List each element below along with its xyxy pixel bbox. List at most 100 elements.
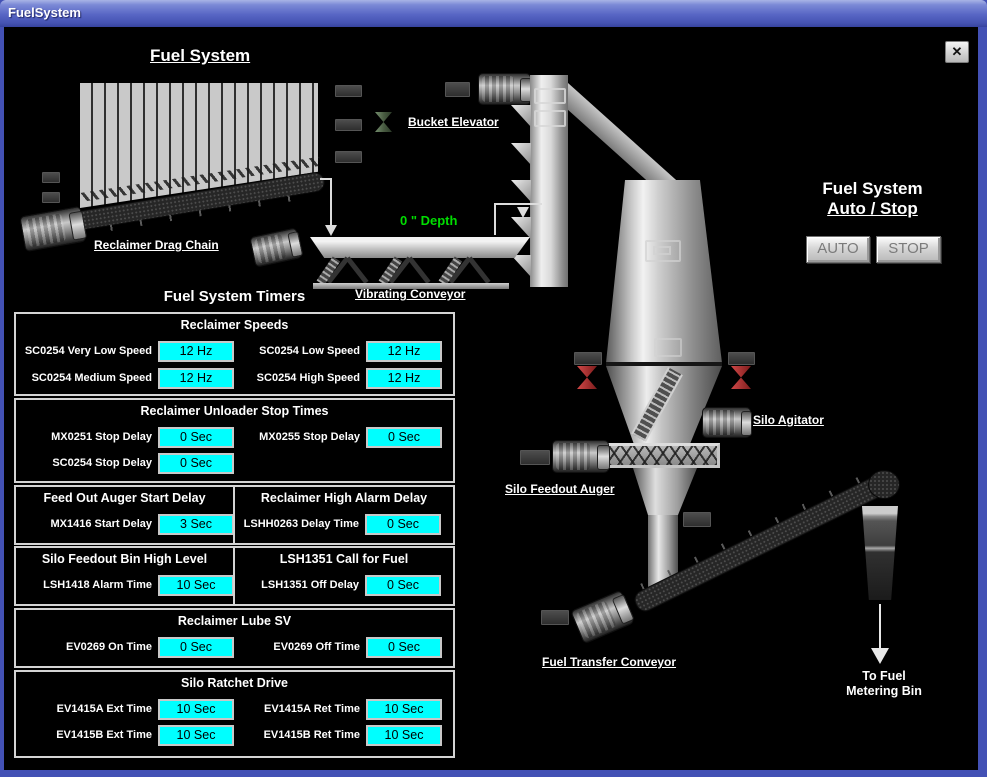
vibrating-pan-icon [310, 237, 530, 258]
timer-row: LSHH0263 Delay Time 0 Sec [235, 512, 453, 536]
to-fuel-line1: To Fuel [814, 669, 954, 684]
timer-value-field[interactable]: 10 Sec [158, 699, 234, 720]
status-indicator [335, 151, 362, 163]
section-header: LSH1351 Call for Fuel [235, 548, 453, 566]
flow-arrow-down-icon [517, 207, 529, 218]
depth-readout: 0 " Depth [400, 213, 457, 228]
flow-line [330, 178, 332, 225]
timer-label: EV0269 On Time [16, 641, 152, 653]
bucket-icon [511, 180, 531, 202]
timer-value-field[interactable]: 0 Sec [366, 637, 442, 658]
spring-leg [468, 256, 491, 284]
section-header: Feed Out Auger Start Delay [16, 487, 233, 505]
timer-label: LSHH0263 Delay Time [235, 518, 359, 530]
silo-panel-icon [654, 338, 682, 357]
timer-row: SC0254 Stop Delay 0 Sec [16, 451, 453, 475]
timer-box-silo-ratchet-drive: Silo Ratchet Drive EV1415A Ext Time 10 S… [14, 670, 455, 758]
to-fuel-line2: Metering Bin [814, 684, 954, 699]
timer-value-field[interactable]: 12 Hz [158, 368, 234, 389]
timer-value-field[interactable]: 0 Sec [158, 637, 234, 658]
timer-label: LSH1351 Off Delay [235, 579, 359, 591]
timer-value-field[interactable]: 0 Sec [366, 427, 442, 448]
timer-value-field[interactable]: 10 Sec [158, 575, 234, 596]
timer-row: SC0254 Medium Speed 12 Hz SC0254 High Sp… [16, 366, 453, 390]
spring-support-icon [448, 258, 490, 285]
bucket-elevator-motor-icon [478, 73, 531, 105]
timer-label: SC0254 High Speed [240, 372, 360, 384]
timer-row: LSH1418 Alarm Time 10 Sec [16, 573, 233, 597]
timer-box-call-for-fuel: LSH1351 Call for Fuel LSH1351 Off Delay … [233, 546, 455, 606]
timer-label: MX0251 Stop Delay [16, 431, 152, 443]
alarm-valve-icon [577, 366, 597, 389]
status-indicator [728, 352, 755, 365]
column-panel-icon [534, 88, 566, 104]
timer-label: SC0254 Low Speed [240, 345, 360, 357]
timer-label: EV1415B Ret Time [240, 729, 360, 741]
section-header: Reclaimer Lube SV [16, 610, 453, 628]
window-titlebar[interactable]: FuelSystem [0, 0, 987, 27]
timer-box-reclaimer-speeds: Reclaimer Speeds SC0254 Very Low Speed 1… [14, 312, 455, 396]
timer-box-unloader-stop-times: Reclaimer Unloader Stop Times MX0251 Sto… [14, 398, 455, 483]
silo-agitator-motor-icon [702, 407, 751, 438]
timer-label: EV1415A Ext Time [16, 703, 152, 715]
flow-line [494, 203, 542, 205]
timer-row: EV0269 On Time 0 Sec EV0269 Off Time 0 S… [16, 635, 453, 659]
timer-value-field[interactable]: 0 Sec [365, 575, 441, 596]
timer-value-field[interactable]: 12 Hz [366, 341, 442, 362]
spring-leg [346, 256, 369, 284]
timer-value-field[interactable]: 0 Sec [158, 427, 234, 448]
timer-value-field[interactable]: 10 Sec [366, 725, 442, 746]
timer-value-field[interactable]: 0 Sec [158, 453, 234, 474]
timer-box-high-alarm-delay: Reclaimer High Alarm Delay LSHH0263 Dela… [233, 485, 455, 545]
control-group-subtitle: Auto / Stop [770, 199, 975, 219]
timer-row: MX1416 Start Delay 3 Sec [16, 512, 233, 536]
status-indicator [42, 192, 60, 203]
vibrating-conveyor-motor-icon [249, 227, 302, 267]
close-button[interactable]: ✕ [945, 41, 969, 63]
bucket-elevator-label[interactable]: Bucket Elevator [408, 115, 499, 129]
silo-body-icon [606, 180, 722, 363]
fuel-system-window: FuelSystem Fuel System ✕ Reclaimer Drag … [0, 0, 987, 777]
timer-label: SC0254 Stop Delay [16, 457, 152, 469]
status-indicator [520, 450, 550, 465]
auto-button[interactable]: AUTO [806, 236, 870, 263]
status-indicator [42, 172, 60, 183]
status-indicator [541, 610, 569, 625]
timer-label: MX0255 Stop Delay [240, 431, 360, 443]
timer-box-bin-high-level: Silo Feedout Bin High Level LSH1418 Alar… [14, 546, 235, 606]
timer-value-field[interactable]: 12 Hz [158, 341, 234, 362]
timer-label: LSH1418 Alarm Time [16, 579, 152, 591]
timer-value-field[interactable]: 12 Hz [366, 368, 442, 389]
hmi-client-area: Fuel System ✕ Reclaimer Drag Chain Bucke… [4, 27, 978, 770]
ok-valve-icon [375, 112, 392, 132]
stop-button[interactable]: STOP [876, 236, 941, 263]
metering-bin-icon [862, 506, 898, 600]
timer-value-field[interactable]: 3 Sec [158, 514, 234, 535]
spring-support-icon [326, 258, 368, 285]
timer-row: EV1415B Ext Time 10 Sec EV1415B Ret Time… [16, 723, 453, 747]
timer-label: EV1415A Ret Time [240, 703, 360, 715]
status-indicator [683, 512, 711, 527]
silo-junction-line [606, 362, 722, 366]
reclaimer-drag-chain-label[interactable]: Reclaimer Drag Chain [94, 238, 219, 252]
timer-value-field[interactable]: 10 Sec [366, 699, 442, 720]
flow-arrow-down-icon [871, 648, 889, 664]
silo-funnel-icon [633, 468, 697, 515]
drag-chain-motor-icon [19, 206, 86, 252]
fuel-transfer-motor-icon [570, 590, 635, 645]
elevator-chute-icon [555, 83, 677, 195]
timers-title: Fuel System Timers [14, 288, 455, 305]
timer-box-reclaimer-lube-sv: Reclaimer Lube SV EV0269 On Time 0 Sec E… [14, 608, 455, 668]
bucket-icon [511, 105, 531, 127]
timer-label: SC0254 Medium Speed [16, 372, 152, 384]
timer-label: EV0269 Off Time [240, 641, 360, 653]
silo-agitator-label[interactable]: Silo Agitator [753, 413, 824, 427]
fuel-transfer-conveyor-label[interactable]: Fuel Transfer Conveyor [542, 655, 676, 669]
feedout-auger-icon [606, 443, 720, 468]
page-title: Fuel System [150, 46, 250, 66]
bucket-icon [511, 143, 531, 165]
bucket-elevator-column-icon [530, 75, 568, 287]
silo-feedout-auger-label[interactable]: Silo Feedout Auger [505, 482, 615, 496]
timer-value-field[interactable]: 0 Sec [365, 514, 441, 535]
timer-value-field[interactable]: 10 Sec [158, 725, 234, 746]
